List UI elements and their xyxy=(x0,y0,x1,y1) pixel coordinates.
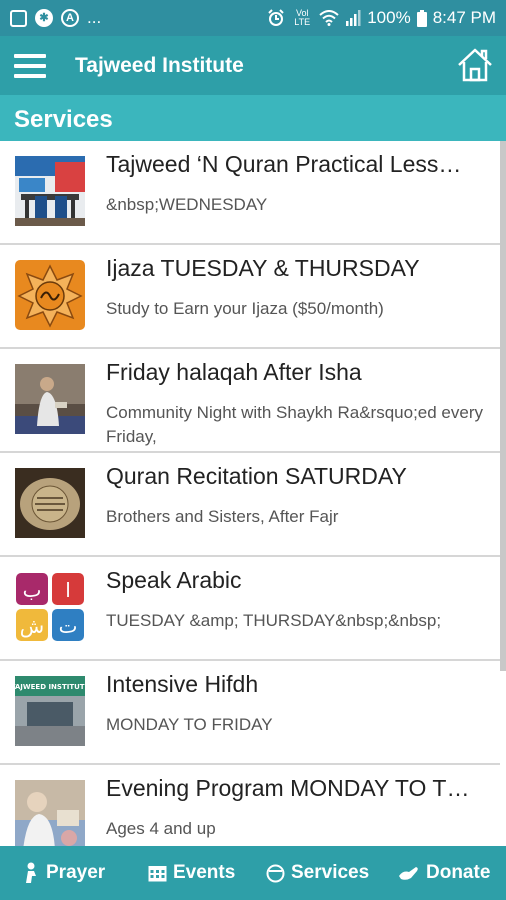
item-subtitle: Ages 4 and up xyxy=(106,819,216,838)
item-subtitle: &nbsp;WEDNESDAY xyxy=(106,195,268,214)
tab-donate-label: Donate xyxy=(426,862,491,883)
letter-alif: ا xyxy=(65,578,71,602)
item-title: Friday halaqah After Isha xyxy=(106,359,362,385)
services-list[interactable]: Tajweed ‘N Quran Practical Less… &nbsp;W… xyxy=(0,141,506,846)
tab-services[interactable]: Services xyxy=(266,846,369,900)
building-photo-thumbnail: TAJWEED INSTITUTE xyxy=(15,676,85,746)
arabic-letters-thumbnail: ب ا ش ت xyxy=(15,572,85,642)
item-title: Speak Arabic xyxy=(106,567,242,593)
list-item[interactable]: Friday halaqah After Isha Community Nigh… xyxy=(0,349,500,453)
app-bar: Tajweed Institute xyxy=(0,36,506,95)
letter-shin: ش xyxy=(20,614,44,638)
ijaza-emblem-thumbnail xyxy=(15,260,85,330)
list-item[interactable]: Ijaza TUESDAY & THURSDAY Study to Earn y… xyxy=(0,245,500,349)
calendar-icon xyxy=(148,866,167,882)
halaqah-photo-thumbnail xyxy=(15,364,85,434)
signal-icon xyxy=(346,10,361,26)
item-title: Evening Program MONDAY TO T… xyxy=(106,775,470,801)
item-title: Quran Recitation SATURDAY xyxy=(106,463,407,489)
letter-ba: ب xyxy=(23,578,42,602)
status-bar: ✱ A ... Vol LTE 100% 8:47 PM xyxy=(0,0,506,36)
donate-icon xyxy=(399,867,418,880)
tab-donate[interactable]: Donate xyxy=(398,846,490,900)
item-title: Intensive Hifdh xyxy=(106,671,259,697)
home-icon[interactable] xyxy=(456,46,494,84)
sync-notification-icon: ✱ xyxy=(35,9,53,27)
wifi-icon xyxy=(319,10,339,26)
item-subtitle: TUESDAY &amp; THURSDAY&nbsp;&nbsp; xyxy=(106,611,442,630)
item-title: Tajweed ‘N Quran Practical Less… xyxy=(106,151,462,177)
network-type: Vol LTE xyxy=(294,8,311,27)
battery-icon xyxy=(416,9,427,27)
battery-percent: 100% xyxy=(367,8,411,27)
list-item[interactable]: Tajweed ‘N Quran Practical Less… &nbsp;W… xyxy=(0,141,500,245)
list-scrollbar[interactable] xyxy=(500,141,506,671)
list-item[interactable]: ب ا ش ت Speak Arabic TUESDAY &amp; THURS… xyxy=(0,557,500,661)
alarm-icon xyxy=(268,9,284,26)
services-icon xyxy=(266,864,285,882)
clock: 8:47 PM xyxy=(432,8,496,27)
more-notifications: ... xyxy=(87,8,102,27)
tab-events-label: Events xyxy=(173,862,236,883)
item-subtitle: Community Night with Shaykh Ra&rsquo;ed … xyxy=(106,403,483,446)
list-item[interactable]: TAJWEED INSTITUTE Intensive Hifdh MONDAY… xyxy=(0,661,500,765)
tab-events[interactable]: Events xyxy=(148,846,235,900)
letter-ta: ت xyxy=(59,614,78,638)
section-header: Services xyxy=(0,95,506,141)
building-sign: TAJWEED INSTITUTE xyxy=(15,683,85,691)
tab-prayer-label: Prayer xyxy=(46,862,106,883)
quran-page-thumbnail xyxy=(15,468,85,538)
evening-class-photo-thumbnail xyxy=(15,780,85,846)
list-item[interactable]: Evening Program MONDAY TO T… Ages 4 and … xyxy=(0,765,500,846)
list-item[interactable]: Quran Recitation SATURDAY Brothers and S… xyxy=(0,453,500,557)
gallery-notification-icon xyxy=(10,9,27,27)
tab-services-label: Services xyxy=(291,862,370,883)
section-title: Services xyxy=(14,106,113,133)
tab-prayer[interactable]: Prayer xyxy=(22,846,105,900)
item-subtitle: Study to Earn your Ijaza ($50/month) xyxy=(106,299,384,318)
prayer-icon xyxy=(26,862,36,883)
item-title: Ijaza TUESDAY & THURSDAY xyxy=(106,255,420,281)
a-notification-icon: A xyxy=(61,9,79,27)
bottom-navigation: Prayer Events Services Donate xyxy=(0,846,506,900)
hamburger-menu-icon[interactable] xyxy=(14,52,46,80)
item-subtitle: MONDAY TO FRIDAY xyxy=(106,715,273,734)
classroom-thumbnail xyxy=(15,156,85,226)
item-subtitle: Brothers and Sisters, After Fajr xyxy=(106,507,339,526)
app-title: Tajweed Institute xyxy=(75,54,244,77)
